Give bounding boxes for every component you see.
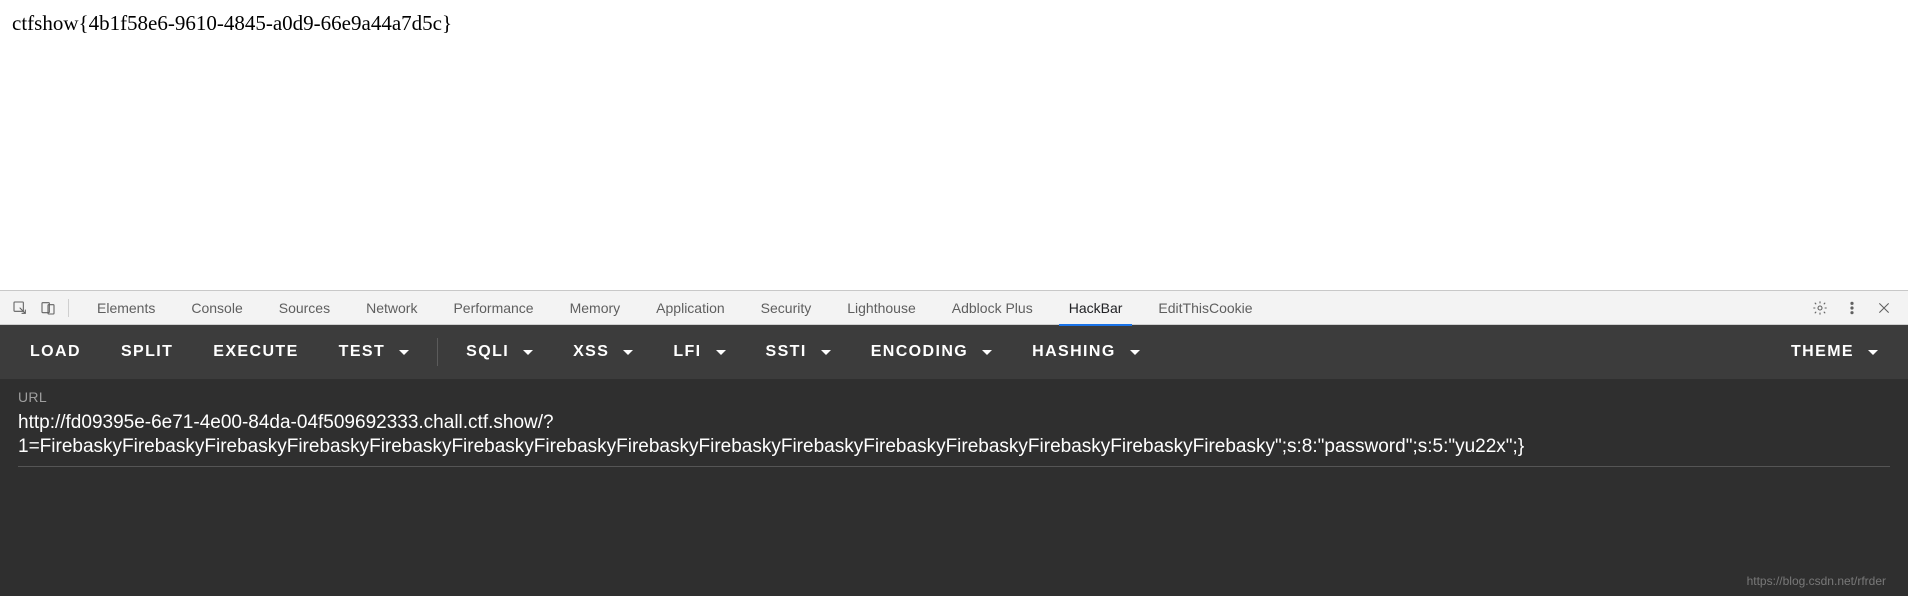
tab-label: Console <box>191 300 242 316</box>
hackbar-item-label: ENCODING <box>871 343 968 361</box>
chevron-down-icon <box>716 350 726 355</box>
hackbar-ssti-dropdown[interactable]: SSTI <box>746 325 851 379</box>
hackbar-panel: LOAD SPLIT EXECUTE TEST SQLI XSS LFI SST… <box>0 325 1908 596</box>
chevron-down-icon <box>821 350 831 355</box>
tab-network[interactable]: Network <box>348 291 435 325</box>
chevron-down-icon <box>399 350 409 355</box>
tab-sources[interactable]: Sources <box>261 291 348 325</box>
hackbar-encoding-dropdown[interactable]: ENCODING <box>851 325 1012 379</box>
hackbar-hashing-dropdown[interactable]: HASHING <box>1012 325 1160 379</box>
hackbar-lfi-dropdown[interactable]: LFI <box>653 325 745 379</box>
watermark-text: https://blog.csdn.net/rfrder <box>1747 574 1886 588</box>
close-icon[interactable] <box>1870 294 1898 322</box>
tab-label: Security <box>761 300 812 316</box>
hackbar-load-button[interactable]: LOAD <box>10 325 101 379</box>
hackbar-theme-dropdown[interactable]: THEME <box>1771 325 1898 379</box>
hackbar-item-label: TEST <box>339 343 386 361</box>
tab-editthiscookie[interactable]: EditThisCookie <box>1140 291 1270 325</box>
tab-label: Lighthouse <box>847 300 916 316</box>
tab-performance[interactable]: Performance <box>435 291 551 325</box>
tab-label: Network <box>366 300 417 316</box>
tab-label: Sources <box>279 300 330 316</box>
chevron-down-icon <box>982 350 992 355</box>
inspect-icon[interactable] <box>6 294 34 322</box>
flag-text: ctfshow{4b1f58e6-9610-4845-a0d9-66e9a44a… <box>12 11 452 35</box>
hackbar-item-label: THEME <box>1791 343 1854 361</box>
devtools-panel: Elements Console Sources Network Perform… <box>0 290 1908 596</box>
hackbar-sqli-dropdown[interactable]: SQLI <box>446 325 553 379</box>
tab-label: Memory <box>570 300 621 316</box>
hackbar-item-label: SSTI <box>766 343 807 361</box>
tab-memory[interactable]: Memory <box>552 291 639 325</box>
tab-hackbar[interactable]: HackBar <box>1051 291 1141 325</box>
tab-label: HackBar <box>1069 300 1123 316</box>
tab-elements[interactable]: Elements <box>79 291 173 325</box>
hackbar-item-label: EXECUTE <box>213 343 298 361</box>
chevron-down-icon <box>623 350 633 355</box>
hackbar-item-label: XSS <box>573 343 609 361</box>
hackbar-content: URL http://fd09395e-6e71-4e00-84da-04f50… <box>0 379 1908 596</box>
hackbar-toolbar: LOAD SPLIT EXECUTE TEST SQLI XSS LFI SST… <box>0 325 1908 379</box>
hackbar-item-label: SQLI <box>466 343 509 361</box>
tab-label: Adblock Plus <box>952 300 1033 316</box>
tab-adblock-plus[interactable]: Adblock Plus <box>934 291 1051 325</box>
hackbar-execute-button[interactable]: EXECUTE <box>193 325 318 379</box>
tab-label: Performance <box>453 300 533 316</box>
kebab-icon[interactable] <box>1838 294 1866 322</box>
tab-label: EditThisCookie <box>1158 300 1252 316</box>
hackbar-item-label: HASHING <box>1032 343 1116 361</box>
hackbar-item-label: LFI <box>673 343 701 361</box>
page-body: ctfshow{4b1f58e6-9610-4845-a0d9-66e9a44a… <box>0 0 1908 290</box>
tab-application[interactable]: Application <box>638 291 743 325</box>
chevron-down-icon <box>1868 350 1878 355</box>
toolbar-separator <box>437 338 438 366</box>
devtools-tabbar: Elements Console Sources Network Perform… <box>0 291 1908 325</box>
tab-lighthouse[interactable]: Lighthouse <box>829 291 934 325</box>
hackbar-test-dropdown[interactable]: TEST <box>319 325 430 379</box>
gear-icon[interactable] <box>1806 294 1834 322</box>
tab-label: Elements <box>97 300 155 316</box>
chevron-down-icon <box>1130 350 1140 355</box>
hackbar-xss-dropdown[interactable]: XSS <box>553 325 653 379</box>
tab-security[interactable]: Security <box>743 291 830 325</box>
device-toggle-icon[interactable] <box>34 294 62 322</box>
url-label: URL <box>18 389 1890 405</box>
tabbar-separator <box>68 299 69 317</box>
url-text-line2: 1=FirebaskyFirebaskyFirebaskyFirebaskyFi… <box>18 436 1524 457</box>
hackbar-item-label: SPLIT <box>121 343 173 361</box>
hackbar-split-button[interactable]: SPLIT <box>101 325 193 379</box>
tab-label: Application <box>656 300 725 316</box>
chevron-down-icon <box>523 350 533 355</box>
hackbar-item-label: LOAD <box>30 343 81 361</box>
url-text-line1: http://fd09395e-6e71-4e00-84da-04f509692… <box>18 412 554 433</box>
tab-console[interactable]: Console <box>173 291 260 325</box>
url-input[interactable]: http://fd09395e-6e71-4e00-84da-04f509692… <box>18 411 1890 467</box>
